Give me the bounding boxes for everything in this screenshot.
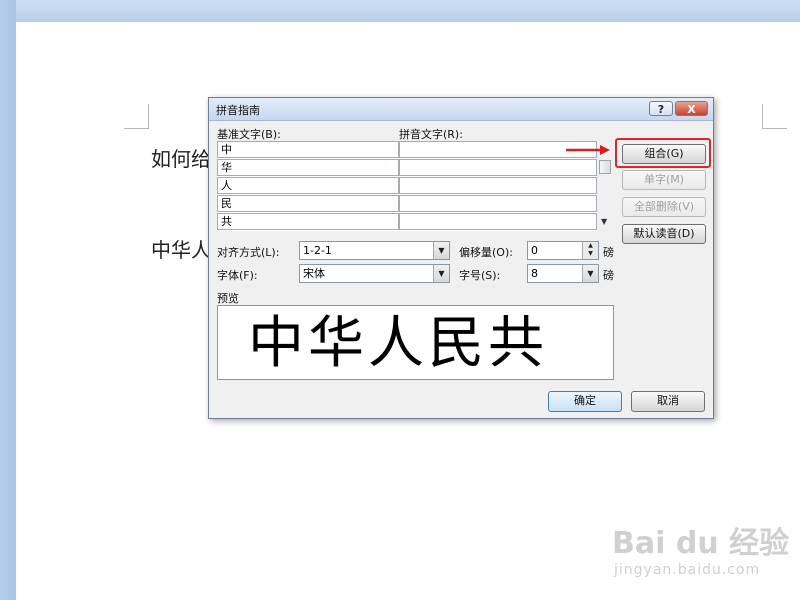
font-select[interactable]: 宋体 ▼ [299,264,450,283]
base-text-cell[interactable]: 共 [217,213,399,230]
alignment-select[interactable]: 1-2-1 ▼ [299,241,450,260]
document-text-line-2[interactable]: 中华人 [151,234,211,263]
ruby-text-cell[interactable] [399,195,597,212]
watermark-url: jingyan.baidu.com [614,562,761,578]
grid-row: 中 [217,141,597,159]
close-button[interactable]: X [675,101,708,116]
preview-text: 中华人民共 [248,311,548,376]
ruby-text-cell[interactable] [399,177,597,194]
default-reading-button[interactable]: 默认读音(D) [622,224,706,244]
font-value: 宋体 [303,267,325,280]
watermark-logo: Bai du 经验 [612,526,790,561]
base-text-label: 基准文字(B): [217,128,281,141]
margin-corner-top-right [762,104,787,129]
dialog-title: 拼音指南 [216,104,260,117]
document-text-line-1[interactable]: 如何给 [151,143,211,172]
grid-row: 民 [217,195,597,213]
size-unit: 磅 [603,269,614,282]
red-arrow-icon [566,145,610,155]
mono-button[interactable]: 单字(M) [622,170,706,190]
size-label: 字号(S): [459,269,501,282]
chevron-down-icon[interactable]: ▼ [433,242,449,259]
ruby-text-label: 拼音文字(R): [399,128,463,141]
window-top-frame [0,0,800,22]
chevron-down-icon[interactable]: ▼ [582,265,598,282]
font-label: 字体(F): [217,269,258,282]
size-value: 8 [531,267,538,280]
ruby-text-cell[interactable] [399,159,597,176]
offset-label: 偏移量(O): [459,246,513,259]
window-left-frame [0,0,16,600]
base-text-cell[interactable]: 民 [217,195,399,212]
chevron-down-icon[interactable]: ▼ [433,265,449,282]
spin-arrows-icon[interactable]: ▲ ▼ [582,242,598,259]
group-button[interactable]: 组合(G) [622,144,706,164]
ok-button[interactable]: 确定 [548,391,622,412]
alignment-label: 对齐方式(L): [217,246,280,259]
cancel-button[interactable]: 取消 [631,391,705,412]
grid-row: 共 [217,213,597,231]
alignment-value: 1-2-1 [303,244,332,257]
scroll-thumb[interactable] [599,160,611,174]
clear-all-button[interactable]: 全部删除(V) [622,197,706,217]
base-text-cell[interactable]: 华 [217,159,399,176]
help-button[interactable]: ? [649,101,673,116]
base-text-cell[interactable]: 人 [217,177,399,194]
preview-box: 中华人民共 [217,305,614,380]
margin-corner-top-left [124,104,149,129]
grid-row: 华 [217,159,597,177]
offset-spinner[interactable]: 0 ▲ ▼ [527,241,599,260]
dialog-titlebar[interactable]: 拼音指南 ? X [209,98,713,121]
offset-value: 0 [531,244,538,257]
phonetic-grid: 中 华 人 民 共 [217,141,597,231]
baidu-watermark: Bai du 经验 jingyan.baidu.com [612,518,792,588]
offset-unit: 磅 [603,246,614,259]
base-text-cell[interactable]: 中 [217,141,399,158]
preview-label: 预览 [217,292,239,305]
grid-row: 人 [217,177,597,195]
size-select[interactable]: 8 ▼ [527,264,599,283]
ruby-text-cell[interactable] [399,213,597,230]
phonetic-guide-dialog: 拼音指南 ? X 基准文字(B): 拼音文字(R): 中 华 人 民 共 ▼ 组… [208,97,714,419]
scroll-down-icon[interactable]: ▼ [601,217,607,226]
